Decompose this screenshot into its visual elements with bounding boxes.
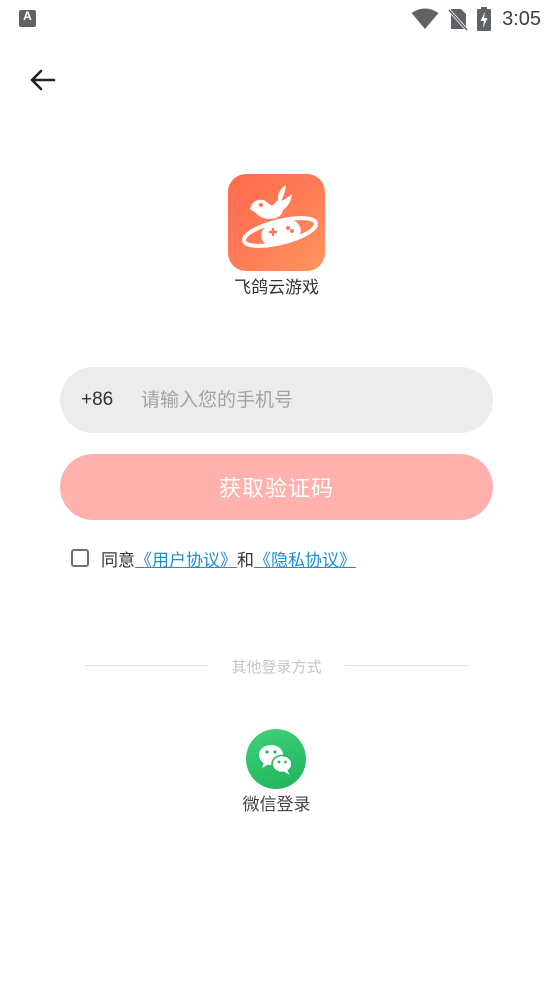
status-bar: 3:05 [0,0,553,38]
no-sim-icon [448,8,469,31]
app-name: 飞鸽云游戏 [234,278,319,298]
wifi-icon [411,8,439,29]
agree-prefix: 同意 [101,550,135,571]
battery-charging-icon [477,7,492,31]
status-bar-right: 3:05 [411,5,541,33]
arrow-left-icon [30,69,56,91]
wechat-login-button[interactable] [246,729,306,789]
wechat-login-label: 微信登录 [242,795,311,815]
user-agreement-link[interactable]: 《用户协议》 [135,546,237,571]
back-button[interactable] [22,60,62,100]
agree-checkbox[interactable] [71,549,89,567]
agree-conjunction: 和 [237,550,254,571]
pigeon-gamepad-logo [242,185,318,248]
status-time: 3:05 [502,7,541,30]
get-code-button[interactable]: 获取验证码 [60,454,493,520]
other-login-divider-text: 其他登录方式 [231,658,322,676]
phone-input[interactable] [139,388,463,412]
divider-right [345,665,468,666]
app-logo [228,174,325,271]
country-code[interactable]: +86 [81,389,139,411]
divider-left [85,665,208,666]
phone-field: +86 [60,367,493,433]
app-notification-icon [19,9,36,27]
agreement-row: 同意 《用户协议》 和 《隐私协议》 [71,546,356,571]
wechat-icon [259,745,293,775]
privacy-policy-link[interactable]: 《隐私协议》 [254,546,356,571]
